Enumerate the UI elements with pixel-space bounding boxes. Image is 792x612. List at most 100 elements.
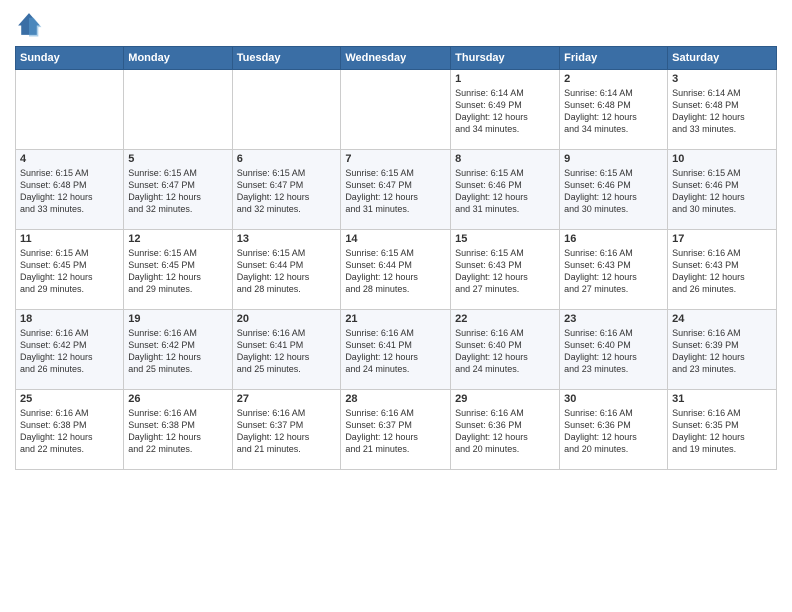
- day-number: 9: [564, 153, 663, 165]
- day-cell: 2 Sunrise: 6:14 AM Sunset: 6:48 PM Daylig…: [560, 70, 668, 150]
- day-cell: [341, 70, 451, 150]
- day-info: Sunrise: 6:16 AM Sunset: 6:35 PM Dayligh…: [672, 407, 772, 456]
- day-number: 15: [455, 233, 555, 245]
- day-number: 14: [345, 233, 446, 245]
- day-cell: 20 Sunrise: 6:16 AM Sunset: 6:41 PM Dayli…: [232, 310, 341, 390]
- day-info: Sunrise: 6:16 AM Sunset: 6:39 PM Dayligh…: [672, 327, 772, 376]
- day-cell: 14 Sunrise: 6:15 AM Sunset: 6:44 PM Dayli…: [341, 230, 451, 310]
- day-cell: 18 Sunrise: 6:16 AM Sunset: 6:42 PM Dayli…: [16, 310, 124, 390]
- header-cell-thursday: Thursday: [451, 47, 560, 70]
- day-number: 25: [20, 393, 119, 405]
- day-info: Sunrise: 6:16 AM Sunset: 6:37 PM Dayligh…: [237, 407, 337, 456]
- day-info: Sunrise: 6:16 AM Sunset: 6:38 PM Dayligh…: [20, 407, 119, 456]
- day-info: Sunrise: 6:14 AM Sunset: 6:48 PM Dayligh…: [672, 87, 772, 136]
- day-cell: 17Sunrise: 6:16 AM Sunset: 6:43 PM Dayli…: [668, 230, 777, 310]
- day-info: Sunrise: 6:16 AM Sunset: 6:37 PM Dayligh…: [345, 407, 446, 456]
- day-number: 4: [20, 153, 119, 165]
- day-cell: 26 Sunrise: 6:16 AM Sunset: 6:38 PM Dayli…: [124, 390, 232, 470]
- day-cell: 29Sunrise: 6:16 AM Sunset: 6:36 PM Dayli…: [451, 390, 560, 470]
- day-info: Sunrise: 6:16 AM Sunset: 6:36 PM Dayligh…: [564, 407, 663, 456]
- day-info: Sunrise: 6:16 AM Sunset: 6:38 PM Dayligh…: [128, 407, 227, 456]
- day-cell: 13Sunrise: 6:15 AM Sunset: 6:44 PM Dayli…: [232, 230, 341, 310]
- day-cell: 15 Sunrise: 6:15 AM Sunset: 6:43 PM Dayli…: [451, 230, 560, 310]
- day-cell: 12 Sunrise: 6:15 AM Sunset: 6:45 PM Dayli…: [124, 230, 232, 310]
- day-info: Sunrise: 6:15 AM Sunset: 6:47 PM Dayligh…: [128, 167, 227, 216]
- week-row-5: 25 Sunrise: 6:16 AM Sunset: 6:38 PM Dayli…: [16, 390, 777, 470]
- day-info: Sunrise: 6:15 AM Sunset: 6:46 PM Dayligh…: [564, 167, 663, 216]
- day-number: 30: [564, 393, 663, 405]
- page: SundayMondayTuesdayWednesdayThursdayFrid…: [0, 0, 792, 612]
- logo-icon: [15, 10, 43, 38]
- day-info: Sunrise: 6:16 AM Sunset: 6:43 PM Dayligh…: [564, 247, 663, 296]
- day-cell: [124, 70, 232, 150]
- header-cell-wednesday: Wednesday: [341, 47, 451, 70]
- day-info: Sunrise: 6:15 AM Sunset: 6:44 PM Dayligh…: [345, 247, 446, 296]
- day-cell: 21Sunrise: 6:16 AM Sunset: 6:41 PM Dayli…: [341, 310, 451, 390]
- day-cell: 22Sunrise: 6:16 AM Sunset: 6:40 PM Dayli…: [451, 310, 560, 390]
- day-info: Sunrise: 6:15 AM Sunset: 6:45 PM Dayligh…: [20, 247, 119, 296]
- header-cell-saturday: Saturday: [668, 47, 777, 70]
- day-cell: 19 Sunrise: 6:16 AM Sunset: 6:42 PM Dayli…: [124, 310, 232, 390]
- day-number: 11: [20, 233, 119, 245]
- week-row-4: 18 Sunrise: 6:16 AM Sunset: 6:42 PM Dayli…: [16, 310, 777, 390]
- week-row-3: 11 Sunrise: 6:15 AM Sunset: 6:45 PM Dayli…: [16, 230, 777, 310]
- day-number: 24: [672, 313, 772, 325]
- day-cell: [16, 70, 124, 150]
- day-number: 19: [128, 313, 227, 325]
- day-info: Sunrise: 6:15 AM Sunset: 6:43 PM Dayligh…: [455, 247, 555, 296]
- day-info: Sunrise: 6:15 AM Sunset: 6:45 PM Dayligh…: [128, 247, 227, 296]
- day-cell: 1 Sunrise: 6:14 AM Sunset: 6:49 PM Daylig…: [451, 70, 560, 150]
- day-info: Sunrise: 6:16 AM Sunset: 6:42 PM Dayligh…: [20, 327, 119, 376]
- day-number: 23: [564, 313, 663, 325]
- day-cell: 27 Sunrise: 6:16 AM Sunset: 6:37 PM Dayli…: [232, 390, 341, 470]
- day-info: Sunrise: 6:15 AM Sunset: 6:44 PM Dayligh…: [237, 247, 337, 296]
- day-number: 5: [128, 153, 227, 165]
- day-number: 7: [345, 153, 446, 165]
- week-row-2: 4 Sunrise: 6:15 AM Sunset: 6:48 PM Daylig…: [16, 150, 777, 230]
- day-cell: 5 Sunrise: 6:15 AM Sunset: 6:47 PM Daylig…: [124, 150, 232, 230]
- header-cell-sunday: Sunday: [16, 47, 124, 70]
- day-cell: 30 Sunrise: 6:16 AM Sunset: 6:36 PM Dayli…: [560, 390, 668, 470]
- day-cell: [232, 70, 341, 150]
- day-number: 18: [20, 313, 119, 325]
- header-row: SundayMondayTuesdayWednesdayThursdayFrid…: [16, 47, 777, 70]
- day-number: 29: [455, 393, 555, 405]
- day-cell: 10Sunrise: 6:15 AM Sunset: 6:46 PM Dayli…: [668, 150, 777, 230]
- day-number: 1: [455, 73, 555, 85]
- day-cell: 11 Sunrise: 6:15 AM Sunset: 6:45 PM Dayli…: [16, 230, 124, 310]
- day-info: Sunrise: 6:15 AM Sunset: 6:48 PM Dayligh…: [20, 167, 119, 216]
- day-number: 20: [237, 313, 337, 325]
- day-number: 27: [237, 393, 337, 405]
- day-number: 2: [564, 73, 663, 85]
- day-info: Sunrise: 6:15 AM Sunset: 6:47 PM Dayligh…: [345, 167, 446, 216]
- day-cell: 8 Sunrise: 6:15 AM Sunset: 6:46 PM Daylig…: [451, 150, 560, 230]
- header-cell-monday: Monday: [124, 47, 232, 70]
- day-info: Sunrise: 6:16 AM Sunset: 6:40 PM Dayligh…: [564, 327, 663, 376]
- day-info: Sunrise: 6:16 AM Sunset: 6:41 PM Dayligh…: [345, 327, 446, 376]
- day-cell: 31 Sunrise: 6:16 AM Sunset: 6:35 PM Dayli…: [668, 390, 777, 470]
- day-number: 8: [455, 153, 555, 165]
- day-number: 12: [128, 233, 227, 245]
- header: [15, 10, 777, 38]
- day-info: Sunrise: 6:16 AM Sunset: 6:42 PM Dayligh…: [128, 327, 227, 376]
- day-cell: 6 Sunrise: 6:15 AM Sunset: 6:47 PM Daylig…: [232, 150, 341, 230]
- day-number: 26: [128, 393, 227, 405]
- day-info: Sunrise: 6:15 AM Sunset: 6:46 PM Dayligh…: [455, 167, 555, 216]
- day-info: Sunrise: 6:15 AM Sunset: 6:46 PM Dayligh…: [672, 167, 772, 216]
- day-info: Sunrise: 6:15 AM Sunset: 6:47 PM Dayligh…: [237, 167, 337, 216]
- day-cell: 3 Sunrise: 6:14 AM Sunset: 6:48 PM Daylig…: [668, 70, 777, 150]
- day-cell: 24 Sunrise: 6:16 AM Sunset: 6:39 PM Dayli…: [668, 310, 777, 390]
- day-cell: 25 Sunrise: 6:16 AM Sunset: 6:38 PM Dayli…: [16, 390, 124, 470]
- day-number: 3: [672, 73, 772, 85]
- day-number: 6: [237, 153, 337, 165]
- day-cell: 9 Sunrise: 6:15 AM Sunset: 6:46 PM Daylig…: [560, 150, 668, 230]
- day-cell: 23 Sunrise: 6:16 AM Sunset: 6:40 PM Dayli…: [560, 310, 668, 390]
- day-info: Sunrise: 6:14 AM Sunset: 6:49 PM Dayligh…: [455, 87, 555, 136]
- day-info: Sunrise: 6:14 AM Sunset: 6:48 PM Dayligh…: [564, 87, 663, 136]
- week-row-1: 1 Sunrise: 6:14 AM Sunset: 6:49 PM Daylig…: [16, 70, 777, 150]
- day-cell: 4 Sunrise: 6:15 AM Sunset: 6:48 PM Daylig…: [16, 150, 124, 230]
- day-number: 22: [455, 313, 555, 325]
- day-cell: 7 Sunrise: 6:15 AM Sunset: 6:47 PM Daylig…: [341, 150, 451, 230]
- day-info: Sunrise: 6:16 AM Sunset: 6:41 PM Dayligh…: [237, 327, 337, 376]
- day-number: 31: [672, 393, 772, 405]
